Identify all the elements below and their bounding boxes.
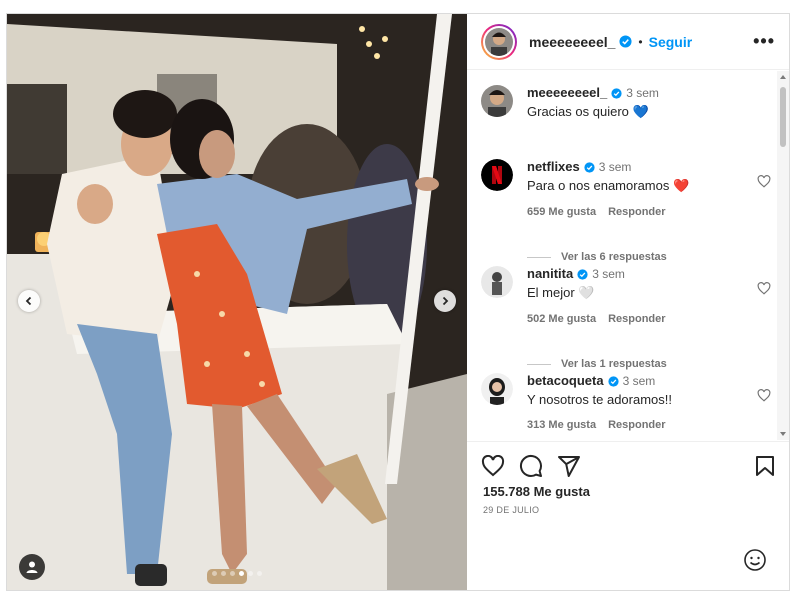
verified-badge-icon [619,35,632,48]
like-comment-icon[interactable] [757,389,771,402]
like-comment-icon[interactable] [757,175,771,188]
comments-list[interactable]: meeeeeeeel_ 3 sem Gracias os quiero 💙 net… [467,71,789,440]
chevron-right-icon [442,296,449,306]
author-avatar[interactable] [481,23,517,60]
scroll-up-arrow-icon[interactable] [780,75,786,79]
emoji-icon[interactable] [743,548,767,572]
view-replies-label: Ver las 1 respuestas [561,358,667,370]
carousel-next-button[interactable] [434,290,456,312]
tagged-users-button[interactable] [19,554,45,580]
view-replies-label: Ver las 6 respuestas [561,251,667,263]
comment-likes[interactable]: 659 Me gusta [527,206,596,218]
comment-time[interactable]: 3 sem [623,374,656,388]
like-comment-icon[interactable] [757,282,771,295]
post-photo[interactable] [7,14,467,590]
post-date[interactable]: 29 DE JULIO [467,499,789,521]
caption-username[interactable]: meeeeeeeel_ [527,85,607,100]
comment-text: El mejor 🤍 [527,285,595,300]
post-modal: meeeeeeeel_ • Seguir ••• meeeeeeeel_ 3 se… [6,13,790,591]
view-replies-button[interactable]: Ver las 1 respuestas [527,358,667,370]
caption-time[interactable]: 3 sem [626,86,659,100]
verified-badge-icon [577,269,588,280]
author-username[interactable]: meeeeeeeel_ [529,34,615,50]
comment-item: betacoqueta 3 sem Y nosotros te adoramos!… [481,373,771,431]
reply-button[interactable]: Responder [608,206,665,218]
comment-likes[interactable]: 313 Me gusta [527,419,596,431]
view-replies-button[interactable]: Ver las 6 respuestas [527,251,667,263]
avatar-image [485,27,513,56]
caption: meeeeeeeel_ 3 sem Gracias os quiero 💙 [481,85,771,120]
reply-button[interactable]: Responder [608,419,665,431]
comment-text: Y nosotros te adoramos!! [527,392,673,407]
carousel-dot [221,571,226,576]
avatar[interactable] [481,373,513,405]
carousel-indicator [212,571,262,576]
header-separator: • [638,34,643,49]
comment-likes[interactable]: 502 Me gusta [527,313,596,325]
photo-illustration [7,14,467,590]
comment-text: Para o nos enamoramos ❤️ [527,178,690,193]
share-icon[interactable] [557,454,581,478]
chevron-left-icon [25,296,32,306]
comment-username[interactable]: nanitita [527,266,573,281]
avatar[interactable] [481,266,513,298]
post-actions: 155.788 Me gusta 29 DE JULIO [467,441,789,521]
carousel-dot [212,571,217,576]
follow-button[interactable]: Seguir [649,34,693,50]
user-icon [26,561,38,573]
avatar[interactable] [481,85,513,117]
verified-badge-icon [607,376,619,387]
comment-time[interactable]: 3 sem [599,160,632,174]
carousel-dot [257,571,262,576]
carousel-prev-button[interactable] [18,290,40,312]
comment-item: netflixes 3 sem Para o nos enamoramos ❤️ … [481,159,771,218]
scroll-down-arrow-icon[interactable] [780,432,786,436]
caption-text: Gracias os quiero 💙 [527,104,649,119]
comment-username[interactable]: betacoqueta [527,373,604,388]
scrollbar-thumb[interactable] [780,87,786,147]
more-options-button[interactable]: ••• [753,31,775,52]
reply-button[interactable]: Responder [608,313,665,325]
carousel-dot [248,571,253,576]
bookmark-icon[interactable] [755,455,775,477]
avatar[interactable] [481,159,513,191]
comment-time[interactable]: 3 sem [592,267,625,281]
comment-icon[interactable] [519,454,543,478]
comments-scrollbar[interactable] [777,71,789,440]
post-likes-count[interactable]: 155.788 Me gusta [467,484,789,499]
verified-badge-icon [611,88,622,99]
verified-badge-icon [584,162,595,173]
comment-item: nanitita 3 sem El mejor 🤍 502 Me gusta Res… [481,266,771,325]
post-side-panel: meeeeeeeel_ • Seguir ••• meeeeeeeel_ 3 se… [467,14,789,590]
post-header: meeeeeeeel_ • Seguir ••• [467,14,789,70]
like-icon[interactable] [481,455,505,477]
comment-username[interactable]: netflixes [527,159,580,174]
carousel-dot [239,571,244,576]
carousel-dot [230,571,235,576]
